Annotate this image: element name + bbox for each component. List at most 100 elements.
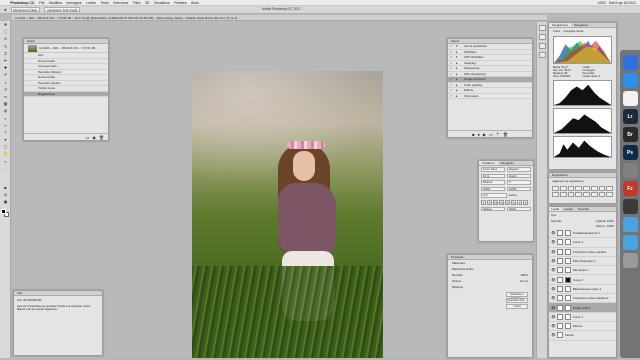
adjustment-icon[interactable] (567, 186, 575, 191)
type-icon[interactable]: T (1, 129, 10, 136)
layer-mask-thumbnail[interactable] (565, 304, 571, 311)
layer-mask-thumbnail[interactable] (565, 276, 571, 283)
type-style-button[interactable]: T (487, 199, 492, 205)
adjustment-icon[interactable] (590, 186, 598, 191)
heal-icon[interactable]: ✚ (1, 64, 10, 71)
check-icon[interactable]: ✓ (450, 55, 453, 60)
baseline-field[interactable]: 0 pt (481, 193, 507, 198)
menu-file[interactable]: File (37, 1, 47, 5)
layer-mask-thumbnail[interactable] (565, 258, 571, 265)
panel-toggle-icon[interactable] (539, 25, 546, 31)
panel-toggle-icon[interactable] (539, 43, 546, 49)
adjustment-icon[interactable] (598, 192, 606, 197)
layer-mask-thumbnail[interactable] (565, 230, 571, 237)
photoshop-icon[interactable]: Ps (622, 145, 638, 160)
adjustment-icon[interactable] (559, 186, 567, 191)
menu-3d[interactable]: 3D (143, 1, 152, 5)
history-snapshot[interactable]: IL-0022 -- 4b0 -- 1B1C13-OC -- 7.8,7B-1B (24, 44, 108, 53)
shape-icon[interactable]: ▢ (1, 143, 10, 150)
filezilla-icon[interactable]: Fz (622, 181, 638, 196)
history-brush-icon[interactable]: ↺ (1, 86, 10, 93)
new-document-icon[interactable]: ▭ (86, 135, 90, 140)
chevron-right-icon[interactable]: ▸ (456, 88, 458, 93)
dodge-icon[interactable]: ◐ (1, 114, 10, 121)
layer-row[interactable]: 👁 Correzione colore selettiva (549, 248, 616, 257)
check-icon[interactable]: ✓ (450, 44, 453, 49)
panel-toggle-icon[interactable] (539, 34, 546, 40)
delete-action-icon[interactable]: 🗑 (503, 132, 508, 137)
check-icon[interactable]: ✓ (450, 83, 453, 88)
tab-carattere[interactable]: Carattere (479, 161, 498, 165)
adjustment-icon[interactable] (575, 192, 582, 197)
layer-mask-thumbnail[interactable] (565, 295, 571, 302)
layer-row[interactable]: 👁 Sfondo (549, 331, 616, 341)
adjustment-icon[interactable] (552, 186, 559, 191)
layer-row[interactable]: 👁 Bilanciamento colore 1 (549, 285, 616, 295)
adjustment-icon[interactable] (552, 192, 559, 197)
type-style-button[interactable]: Tt (499, 199, 504, 205)
blur-icon[interactable]: ◍ (1, 107, 10, 114)
eye-icon[interactable]: 👁 (551, 240, 555, 244)
vertical-scale-field[interactable]: 100% (481, 186, 505, 191)
layer-mask-thumbnail[interactable] (565, 313, 571, 320)
play-icon[interactable]: ▶ (483, 132, 486, 137)
stop-icon[interactable]: ■ (472, 132, 474, 137)
adjustment-icon[interactable] (567, 192, 575, 197)
chevron-right-icon[interactable]: ▸ (456, 83, 458, 88)
swatches-icon[interactable]: ■ (1, 184, 10, 191)
dots-icon[interactable]: … (1, 165, 10, 172)
source-select[interactable]: Immagine intera (563, 29, 583, 33)
check-icon[interactable]: ✓ (450, 72, 453, 77)
check-icon[interactable]: ✓ (450, 66, 453, 71)
foreground-color-swatch[interactable] (1, 209, 6, 214)
type-style-button[interactable]: T¹ (505, 199, 510, 205)
layer-row[interactable]: 👁 Sfumatura 1 (549, 266, 616, 276)
eye-icon[interactable]: 👁 (551, 306, 555, 310)
tab-tracciati[interactable]: Tracciati (575, 207, 591, 211)
eye-icon[interactable]: 👁 (551, 278, 555, 282)
check-icon[interactable]: ✓ (450, 77, 453, 82)
leading-field[interactable]: (Auto) (507, 173, 531, 178)
tab-livelli[interactable]: Livelli (549, 207, 562, 211)
tab-navigatore[interactable]: Navigatore (571, 23, 592, 27)
path-select-icon[interactable]: ➤ (1, 136, 10, 143)
layer-row[interactable]: 👁 Curve 1 (549, 313, 616, 322)
document-tab[interactable]: IL-0022 -- 4b0 -- 1B1C13-OC -- 7.8,7B-1B… (12, 15, 547, 21)
eye-icon[interactable]: 👁 (551, 268, 555, 272)
stamp-icon[interactable]: ⊥ (1, 79, 10, 86)
trash-icon[interactable]: 🗑 (99, 135, 104, 140)
eye-icon[interactable]: 👁 (551, 259, 555, 263)
density-value[interactable]: 100% (520, 273, 528, 277)
lightroom-icon[interactable]: Lr (622, 109, 638, 124)
tracking-field[interactable]: 0 (507, 180, 531, 185)
eraser-icon[interactable]: ▭ (1, 93, 10, 100)
new-action-icon[interactable]: ＋ (496, 131, 500, 137)
select-and-mask-button[interactable]: Seleziona e maschera... (506, 292, 528, 300)
chevron-right-icon[interactable]: ▸ (456, 72, 458, 77)
hand-icon[interactable]: ✋ (1, 150, 10, 157)
eye-icon[interactable]: 👁 (551, 315, 555, 319)
eye-icon[interactable]: 👁 (551, 333, 555, 337)
check-icon[interactable]: ✓ (450, 61, 453, 66)
action-set[interactable]: ✓ ▸ Final steps (448, 94, 532, 99)
font-size-field[interactable]: 12 pt (481, 173, 505, 178)
clock[interactable]: Sab 8 apr 18:23:41 (609, 1, 636, 5)
tab-paragrafo[interactable]: Paragrafo (498, 161, 517, 165)
check-icon[interactable]: ✓ (450, 50, 453, 55)
type-style-button[interactable]: T₁ (511, 199, 516, 205)
menu-modifica[interactable]: Modifica (47, 1, 64, 5)
eye-icon[interactable]: 👁 (551, 324, 555, 328)
menu-selezione[interactable]: Selezione (111, 1, 131, 5)
menu-immagine[interactable]: Immagine (64, 1, 84, 5)
menu-aiuto[interactable]: Aiuto (189, 1, 201, 5)
layer-kind-filter[interactable]: Tipo (551, 213, 556, 217)
kerning-field[interactable]: Metrica (481, 180, 505, 185)
layer-row[interactable]: 👁 Tonalità/saturazione 1 (549, 229, 616, 239)
menu-testo[interactable]: Testo (98, 1, 111, 5)
adjustment-icon[interactable] (606, 192, 613, 197)
eye-icon[interactable]: 👁 (551, 296, 555, 300)
type-style-button[interactable]: T (517, 199, 522, 205)
sample-size-select[interactable]: Dimensioni: Fisse (10, 7, 41, 12)
tab-istogramma[interactable]: Istogramma (549, 23, 571, 27)
camera-icon[interactable]: ◉ (92, 135, 96, 140)
